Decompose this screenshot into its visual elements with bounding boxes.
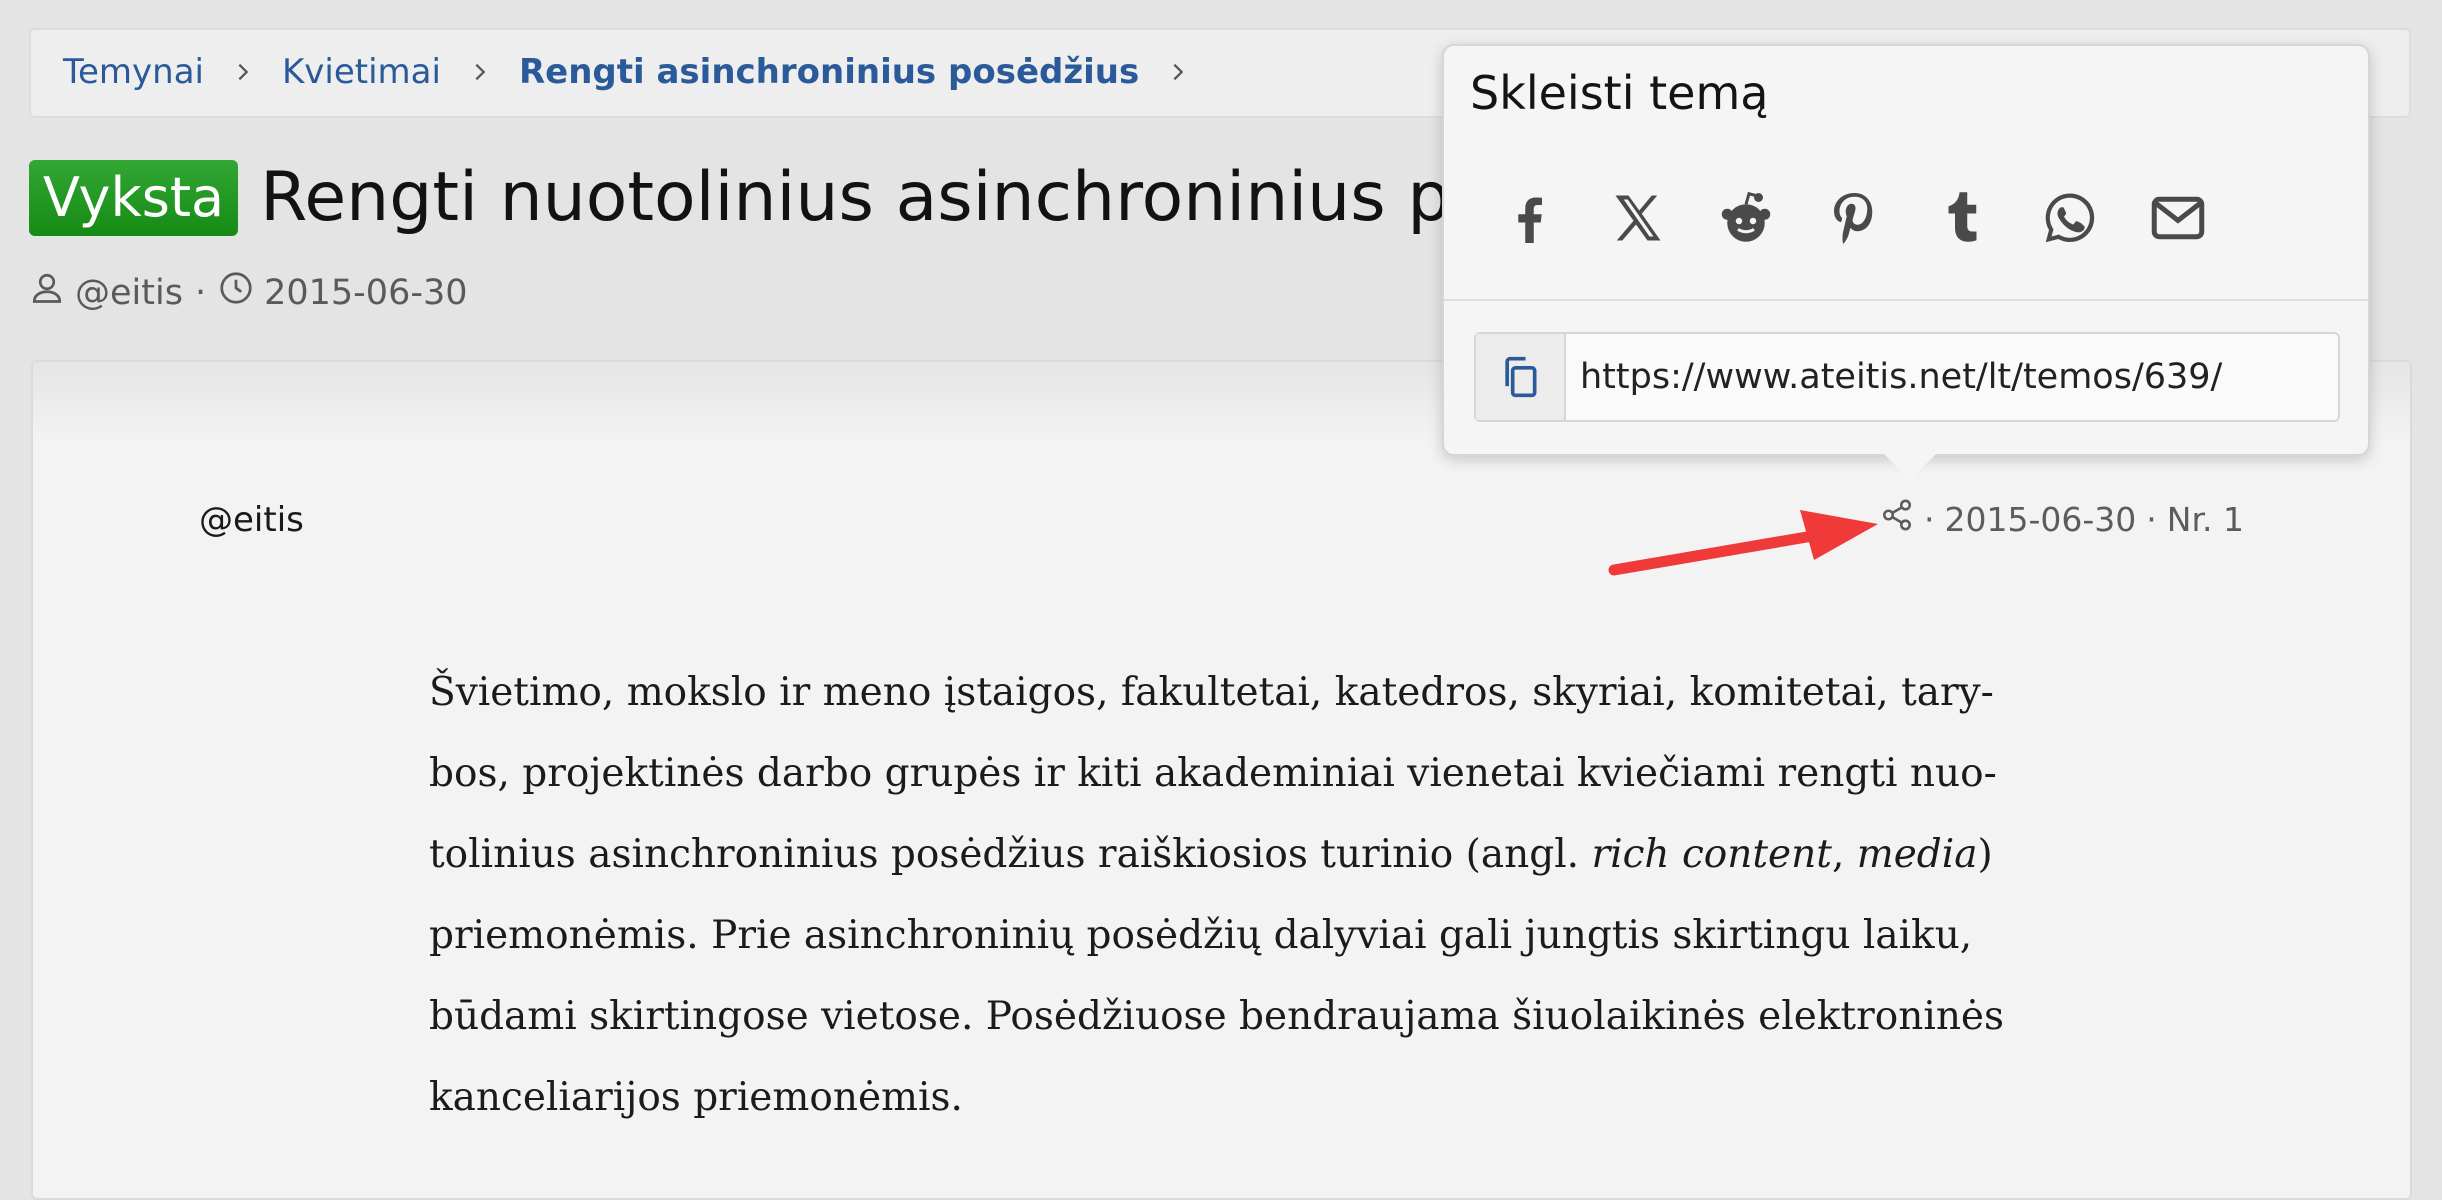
annotation-arrow bbox=[1608, 510, 1878, 576]
status-badge: Vyksta bbox=[29, 160, 239, 236]
reddit-icon[interactable] bbox=[1712, 184, 1780, 252]
whatsapp-icon[interactable] bbox=[2036, 184, 2104, 252]
clock-icon bbox=[218, 270, 254, 315]
facebook-icon[interactable] bbox=[1496, 184, 1564, 252]
breadcrumb-temynai[interactable]: Temynai bbox=[63, 52, 204, 92]
post-text: tolinius asinchroninius posėdžius raiški… bbox=[429, 832, 1580, 877]
share-icons bbox=[1496, 184, 2252, 252]
thread-date[interactable]: 2015-06-30 bbox=[264, 273, 467, 313]
share-url-input[interactable] bbox=[1566, 334, 2338, 420]
page-title: Rengti nuotolinius asinchroninius pos bbox=[260, 158, 1528, 237]
breadcrumb: Temynai Kvietimai Rengti asinchroninius … bbox=[63, 52, 1217, 92]
post-line: tolinius asinchroninius posėdžius raiški… bbox=[429, 832, 1993, 877]
post-author[interactable]: @eitis bbox=[199, 500, 304, 540]
thread-meta: @eitis · 2015-06-30 bbox=[29, 270, 468, 315]
copy-icon bbox=[1505, 356, 1537, 398]
breadcrumb-current-thread[interactable]: Rengti asinchroninius posėdžius bbox=[519, 52, 1139, 92]
post-line: būdami skirtingose vietose. Posėdžiuose … bbox=[429, 994, 2005, 1039]
email-icon[interactable] bbox=[2144, 184, 2212, 252]
post-line: bos, projektinės darbo grupės ir kiti ak… bbox=[429, 751, 1997, 796]
meta-separator: · bbox=[2146, 499, 2157, 539]
share-popup: Skleisti temą bbox=[1442, 44, 2370, 480]
meta-separator: · bbox=[194, 272, 207, 313]
thread-title-row: Vyksta Rengti nuotolinius asinchroninius… bbox=[29, 158, 1528, 238]
post-line: kanceliarijos priemonėmis. bbox=[429, 1075, 963, 1120]
post-line: Švietimo, mokslo ir meno įstaigos, fakul… bbox=[429, 670, 1994, 715]
popup-divider bbox=[1444, 299, 2368, 301]
post-line: priemonėmis. Prie asinchroninių posėdžių… bbox=[429, 913, 1973, 958]
share-url-box bbox=[1474, 332, 2340, 422]
meta-separator: · bbox=[1924, 499, 1935, 539]
post-card: @eitis · 2015-06-30 · Nr. 1 Švietimo, mo… bbox=[31, 360, 2412, 1200]
post-italic: media bbox=[1856, 832, 1978, 877]
post-number[interactable]: Nr. 1 bbox=[2167, 500, 2244, 539]
chevron-right-icon bbox=[469, 61, 491, 83]
share-popup-title: Skleisti temą bbox=[1470, 66, 1769, 120]
post-info: · 2015-06-30 · Nr. 1 bbox=[1880, 498, 2244, 540]
chevron-right-icon bbox=[1167, 61, 1189, 83]
post-body: Švietimo, mokslo ir meno įstaigos, fakul… bbox=[429, 652, 2025, 1138]
user-icon bbox=[29, 270, 65, 315]
copy-url-button[interactable] bbox=[1476, 334, 1566, 420]
breadcrumb-kvietimai[interactable]: Kvietimai bbox=[282, 52, 441, 92]
post-italic: rich content bbox=[1591, 832, 1832, 877]
pinterest-icon[interactable] bbox=[1820, 184, 1888, 252]
x-icon[interactable] bbox=[1604, 184, 1672, 252]
post-date[interactable]: 2015-06-30 bbox=[1945, 500, 2137, 539]
thread-author[interactable]: @eitis bbox=[75, 273, 183, 313]
chevron-right-icon bbox=[232, 61, 254, 83]
tumblr-icon[interactable] bbox=[1928, 184, 1996, 252]
popup-tail bbox=[1884, 454, 1936, 480]
